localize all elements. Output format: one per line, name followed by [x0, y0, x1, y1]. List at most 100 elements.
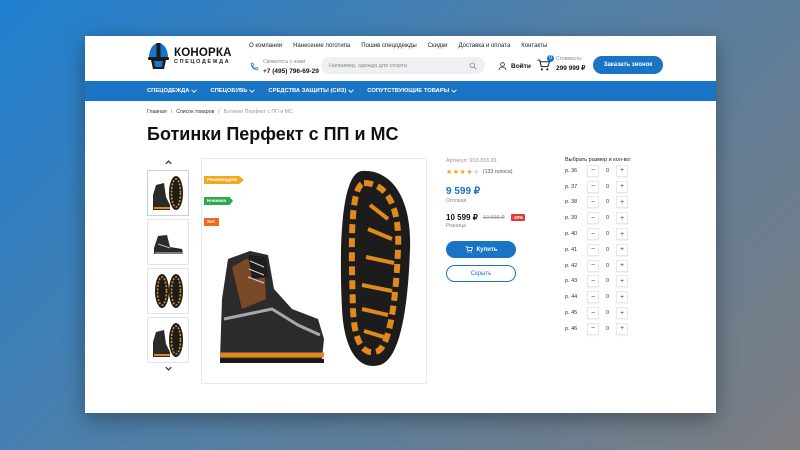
size-label: р. 42	[565, 262, 578, 269]
thumbnail-4[interactable]	[147, 317, 189, 363]
badge-hit: Хит	[204, 218, 219, 226]
product-main-image[interactable]: Рекомендуем Новинка Хит	[201, 158, 427, 384]
menu-item-workwear[interactable]: СПЕЦОДЕЖДА	[147, 88, 198, 94]
size-label: р. 45	[565, 310, 578, 317]
size-quantity[interactable]: 0	[599, 278, 616, 284]
size-plus-button[interactable]: +	[616, 243, 628, 256]
chevron-down-icon	[348, 89, 355, 93]
breadcrumb-home[interactable]: Главная	[147, 109, 167, 115]
cart-sum: 299 999 ₽	[556, 65, 586, 72]
size-quantity[interactable]: 0	[599, 263, 616, 269]
main-menu: СПЕЦОДЕЖДА СПЕЦОБУВЬ СРЕДСТВА ЗАЩИТЫ (СИ…	[85, 81, 716, 101]
phone-block[interactable]: Свяжитесь с нами +7 (495) 796-69-29	[250, 59, 319, 75]
product-sku: Артикул: 903.816.81	[446, 158, 498, 164]
size-minus-button[interactable]: −	[587, 259, 599, 272]
size-plus-button[interactable]: +	[616, 228, 628, 241]
size-minus-button[interactable]: −	[587, 212, 599, 225]
size-minus-button[interactable]: −	[587, 291, 599, 304]
size-minus-button[interactable]: −	[587, 275, 599, 288]
size-row-45: р. 45 − 0 +	[565, 305, 675, 321]
boot-thumbnail-image	[153, 176, 183, 210]
top-nav: О компании Нанесение логотипа Пошив спец…	[249, 43, 558, 49]
search-icon[interactable]	[469, 62, 477, 70]
size-minus-button[interactable]: −	[587, 164, 599, 177]
menu-item-related[interactable]: СОПУТСТВУЮЩИЕ ТОВАРЫ	[367, 88, 458, 94]
size-minus-button[interactable]: −	[587, 180, 599, 193]
size-quantity[interactable]: 0	[599, 326, 616, 332]
size-minus-button[interactable]: −	[587, 307, 599, 320]
star-empty-icon: ★	[473, 169, 480, 176]
size-plus-button[interactable]: +	[616, 196, 628, 209]
price-wholesale: 9 599 ₽	[446, 186, 481, 197]
size-quantity[interactable]: 0	[599, 215, 616, 221]
size-row-43: р. 43 − 0 +	[565, 274, 675, 290]
login-label: Войти	[511, 62, 531, 70]
nav-contacts[interactable]: Контакты	[521, 43, 547, 49]
login-button[interactable]: Войти	[498, 61, 531, 71]
size-quantity[interactable]: 0	[599, 199, 616, 205]
boot-thumbnail-image	[153, 323, 183, 357]
thumbnails-down-button[interactable]	[147, 363, 189, 373]
phone-icon	[250, 62, 259, 71]
thumbnail-2[interactable]	[147, 219, 189, 265]
nav-tailoring[interactable]: Пошив спецодежды	[361, 43, 416, 49]
size-plus-button[interactable]: +	[616, 164, 628, 177]
size-plus-button[interactable]: +	[616, 212, 628, 225]
search-input[interactable]: Например, одежда для спорта	[321, 57, 485, 74]
badge-new: Новинка	[204, 197, 234, 205]
user-icon	[498, 62, 507, 71]
size-minus-button[interactable]: −	[587, 243, 599, 256]
thumbnail-3[interactable]	[147, 268, 189, 314]
logo-name: КОНОРКА	[174, 47, 232, 59]
callback-button[interactable]: Заказать звонок	[593, 56, 663, 74]
chevron-up-icon	[164, 159, 172, 164]
nav-about[interactable]: О компании	[249, 43, 282, 49]
price-wholesale-note: Оптовая	[446, 198, 467, 204]
size-plus-button[interactable]: +	[616, 180, 628, 193]
thumbnails-up-button[interactable]	[147, 157, 189, 167]
cart-widget[interactable]: 0 Стоимость: 299 999 ₽	[537, 55, 586, 72]
size-minus-button[interactable]: −	[587, 228, 599, 241]
size-plus-button[interactable]: +	[616, 259, 628, 272]
hide-button[interactable]: Скрыть	[446, 265, 516, 282]
thumbnail-1[interactable]	[147, 170, 189, 216]
size-plus-button[interactable]: +	[616, 275, 628, 288]
breadcrumb: Главная / Список товаров / Ботинки Перфект с…	[147, 109, 293, 115]
menu-item-label: СРЕДСТВА ЗАЩИТЫ (СИЗ)	[268, 88, 347, 94]
size-label: р. 38	[565, 199, 578, 206]
size-quantity[interactable]: 0	[599, 294, 616, 300]
buy-button[interactable]: Купить	[446, 241, 516, 258]
breadcrumb-current: Ботинки Перфект с ПП и МС	[223, 109, 293, 115]
cart-icon	[465, 246, 473, 253]
search-placeholder: Например, одежда для спорта	[329, 62, 407, 69]
chevron-down-icon	[191, 89, 198, 93]
size-plus-button[interactable]: +	[616, 291, 628, 304]
product-info: Артикул: 903.816.81 ★★★★★ (133 голоса) 9…	[446, 158, 556, 282]
boot-thumbnail-image	[154, 235, 183, 254]
product-rating[interactable]: ★★★★★ (133 голоса)	[446, 168, 556, 176]
size-quantity[interactable]: 0	[599, 184, 616, 190]
breadcrumb-catalog[interactable]: Список товаров	[176, 109, 214, 115]
site-logo[interactable]: КОНОРКА СПЕЦОДЕЖДА	[147, 41, 232, 71]
cart-count-badge: 0	[547, 55, 554, 62]
size-row-44: р. 44 − 0 +	[565, 289, 675, 305]
nav-discounts[interactable]: Скидки	[428, 43, 448, 49]
menu-item-footwear[interactable]: СПЕЦОБУВЬ	[210, 88, 256, 94]
page-card: КОНОРКА СПЕЦОДЕЖДА О компании Нанесение …	[85, 36, 716, 413]
size-row-39: р. 39 − 0 +	[565, 210, 675, 226]
size-quantity[interactable]: 0	[599, 247, 616, 253]
phone-number[interactable]: +7 (495) 796-69-29	[263, 68, 319, 75]
size-plus-button[interactable]: +	[616, 322, 628, 335]
size-quantity[interactable]: 0	[599, 168, 616, 174]
size-minus-button[interactable]: −	[587, 196, 599, 209]
menu-item-protection[interactable]: СРЕДСТВА ЗАЩИТЫ (СИЗ)	[268, 88, 355, 94]
size-plus-button[interactable]: +	[616, 307, 628, 320]
size-quantity[interactable]: 0	[599, 231, 616, 237]
size-minus-button[interactable]: −	[587, 322, 599, 335]
size-label: р. 44	[565, 294, 578, 301]
size-row-41: р. 41 − 0 +	[565, 242, 675, 258]
rating-votes: (133 голоса)	[482, 169, 513, 175]
nav-delivery[interactable]: Доставка и оплата	[459, 43, 511, 49]
nav-logo-printing[interactable]: Нанесение логотипа	[293, 43, 350, 49]
size-quantity[interactable]: 0	[599, 310, 616, 316]
